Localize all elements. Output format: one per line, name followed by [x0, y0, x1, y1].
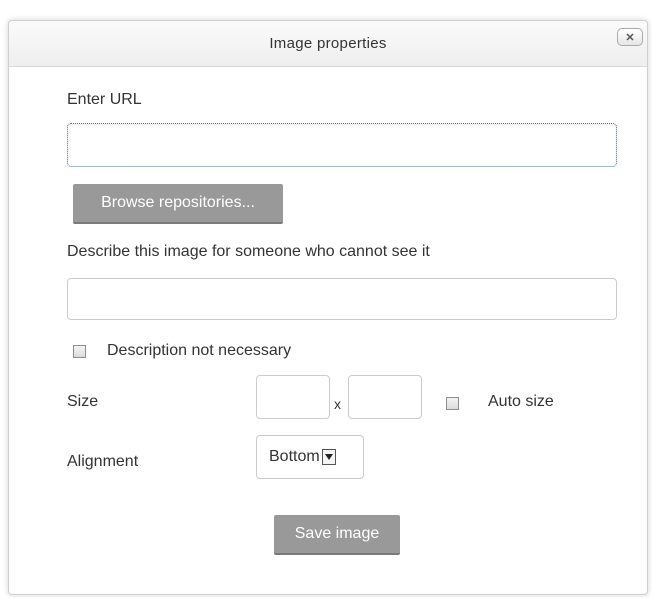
url-input[interactable] [67, 123, 617, 167]
description-not-necessary-label: Description not necessary [107, 342, 292, 359]
width-input[interactable] [256, 375, 330, 419]
save-image-button[interactable]: Save image [274, 515, 400, 555]
size-separator: x [334, 396, 341, 412]
height-input[interactable] [348, 375, 422, 419]
dialog-titlebar: Image properties [9, 21, 647, 67]
dropdown-arrow [321, 449, 336, 465]
alignment-label: Alignment [67, 453, 139, 470]
auto-size-label: Auto size [488, 393, 554, 410]
description-not-necessary-checkbox[interactable] [73, 345, 86, 358]
alignment-selected-value: Bottom [269, 448, 320, 465]
auto-size-checkbox[interactable] [446, 397, 459, 410]
alignment-select[interactable]: Bottom [256, 435, 364, 479]
size-label: Size [67, 393, 99, 410]
description-label: Describe this image for someone who cann… [67, 243, 430, 260]
url-label: Enter URL [67, 91, 142, 108]
description-input[interactable] [67, 278, 617, 320]
dialog-title: Image properties [269, 35, 387, 52]
chevron-down-icon [324, 454, 333, 460]
image-properties-dialog: Image properties Enter URL Browse reposi… [8, 20, 648, 595]
browse-repositories-button[interactable]: Browse repositories... [73, 184, 283, 224]
close-icon [626, 33, 634, 41]
close-button[interactable] [617, 28, 643, 46]
